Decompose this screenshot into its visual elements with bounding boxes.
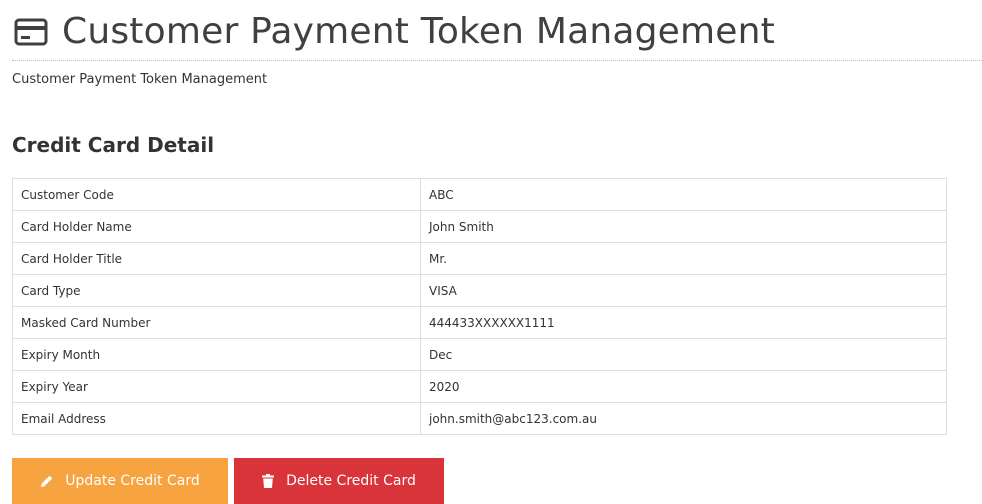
table-row: Expiry Year 2020: [12, 370, 947, 403]
row-value: john.smith@abc123.com.au: [420, 402, 947, 435]
page-subtitle: Customer Payment Token Management: [12, 72, 268, 87]
row-label: Expiry Year: [12, 370, 421, 403]
row-label: Email Address: [12, 402, 421, 435]
section-title: Credit Card Detail: [12, 133, 215, 157]
page-title: Customer Payment Token Management: [62, 10, 775, 52]
row-value: 444433XXXXXX1111: [420, 306, 947, 339]
table-row: Card Holder Name John Smith: [12, 210, 947, 243]
page-header: Customer Payment Token Management: [12, 8, 982, 61]
table-row: Card Holder Title Mr.: [12, 242, 947, 275]
table-row: Masked Card Number 444433XXXXXX1111: [12, 306, 947, 339]
trash-icon: [262, 474, 275, 488]
delete-credit-card-button[interactable]: Delete Credit Card: [234, 458, 444, 504]
page: Customer Payment Token Management Custom…: [0, 0, 982, 504]
row-value: 2020: [420, 370, 947, 403]
row-label: Card Type: [12, 274, 421, 307]
row-label: Masked Card Number: [12, 306, 421, 339]
credit-card-icon: [12, 13, 50, 51]
delete-button-label: Delete Credit Card: [286, 473, 416, 489]
row-value: Mr.: [420, 242, 947, 275]
table-row: Email Address john.smith@abc123.com.au: [12, 402, 947, 435]
row-label: Card Holder Name: [12, 210, 421, 243]
row-value: ABC: [420, 178, 947, 211]
pencil-icon: [40, 475, 53, 488]
table-row: Card Type VISA: [12, 274, 947, 307]
row-value: Dec: [420, 338, 947, 371]
update-button-label: Update Credit Card: [65, 473, 200, 489]
row-label: Customer Code: [12, 178, 421, 211]
table-row: Customer Code ABC: [12, 178, 947, 211]
row-value: VISA: [420, 274, 947, 307]
update-credit-card-button[interactable]: Update Credit Card: [12, 458, 228, 504]
row-value: John Smith: [420, 210, 947, 243]
row-label: Card Holder Title: [12, 242, 421, 275]
table-row: Expiry Month Dec: [12, 338, 947, 371]
credit-card-detail-table: Customer Code ABC Card Holder Name John …: [12, 178, 947, 435]
row-label: Expiry Month: [12, 338, 421, 371]
